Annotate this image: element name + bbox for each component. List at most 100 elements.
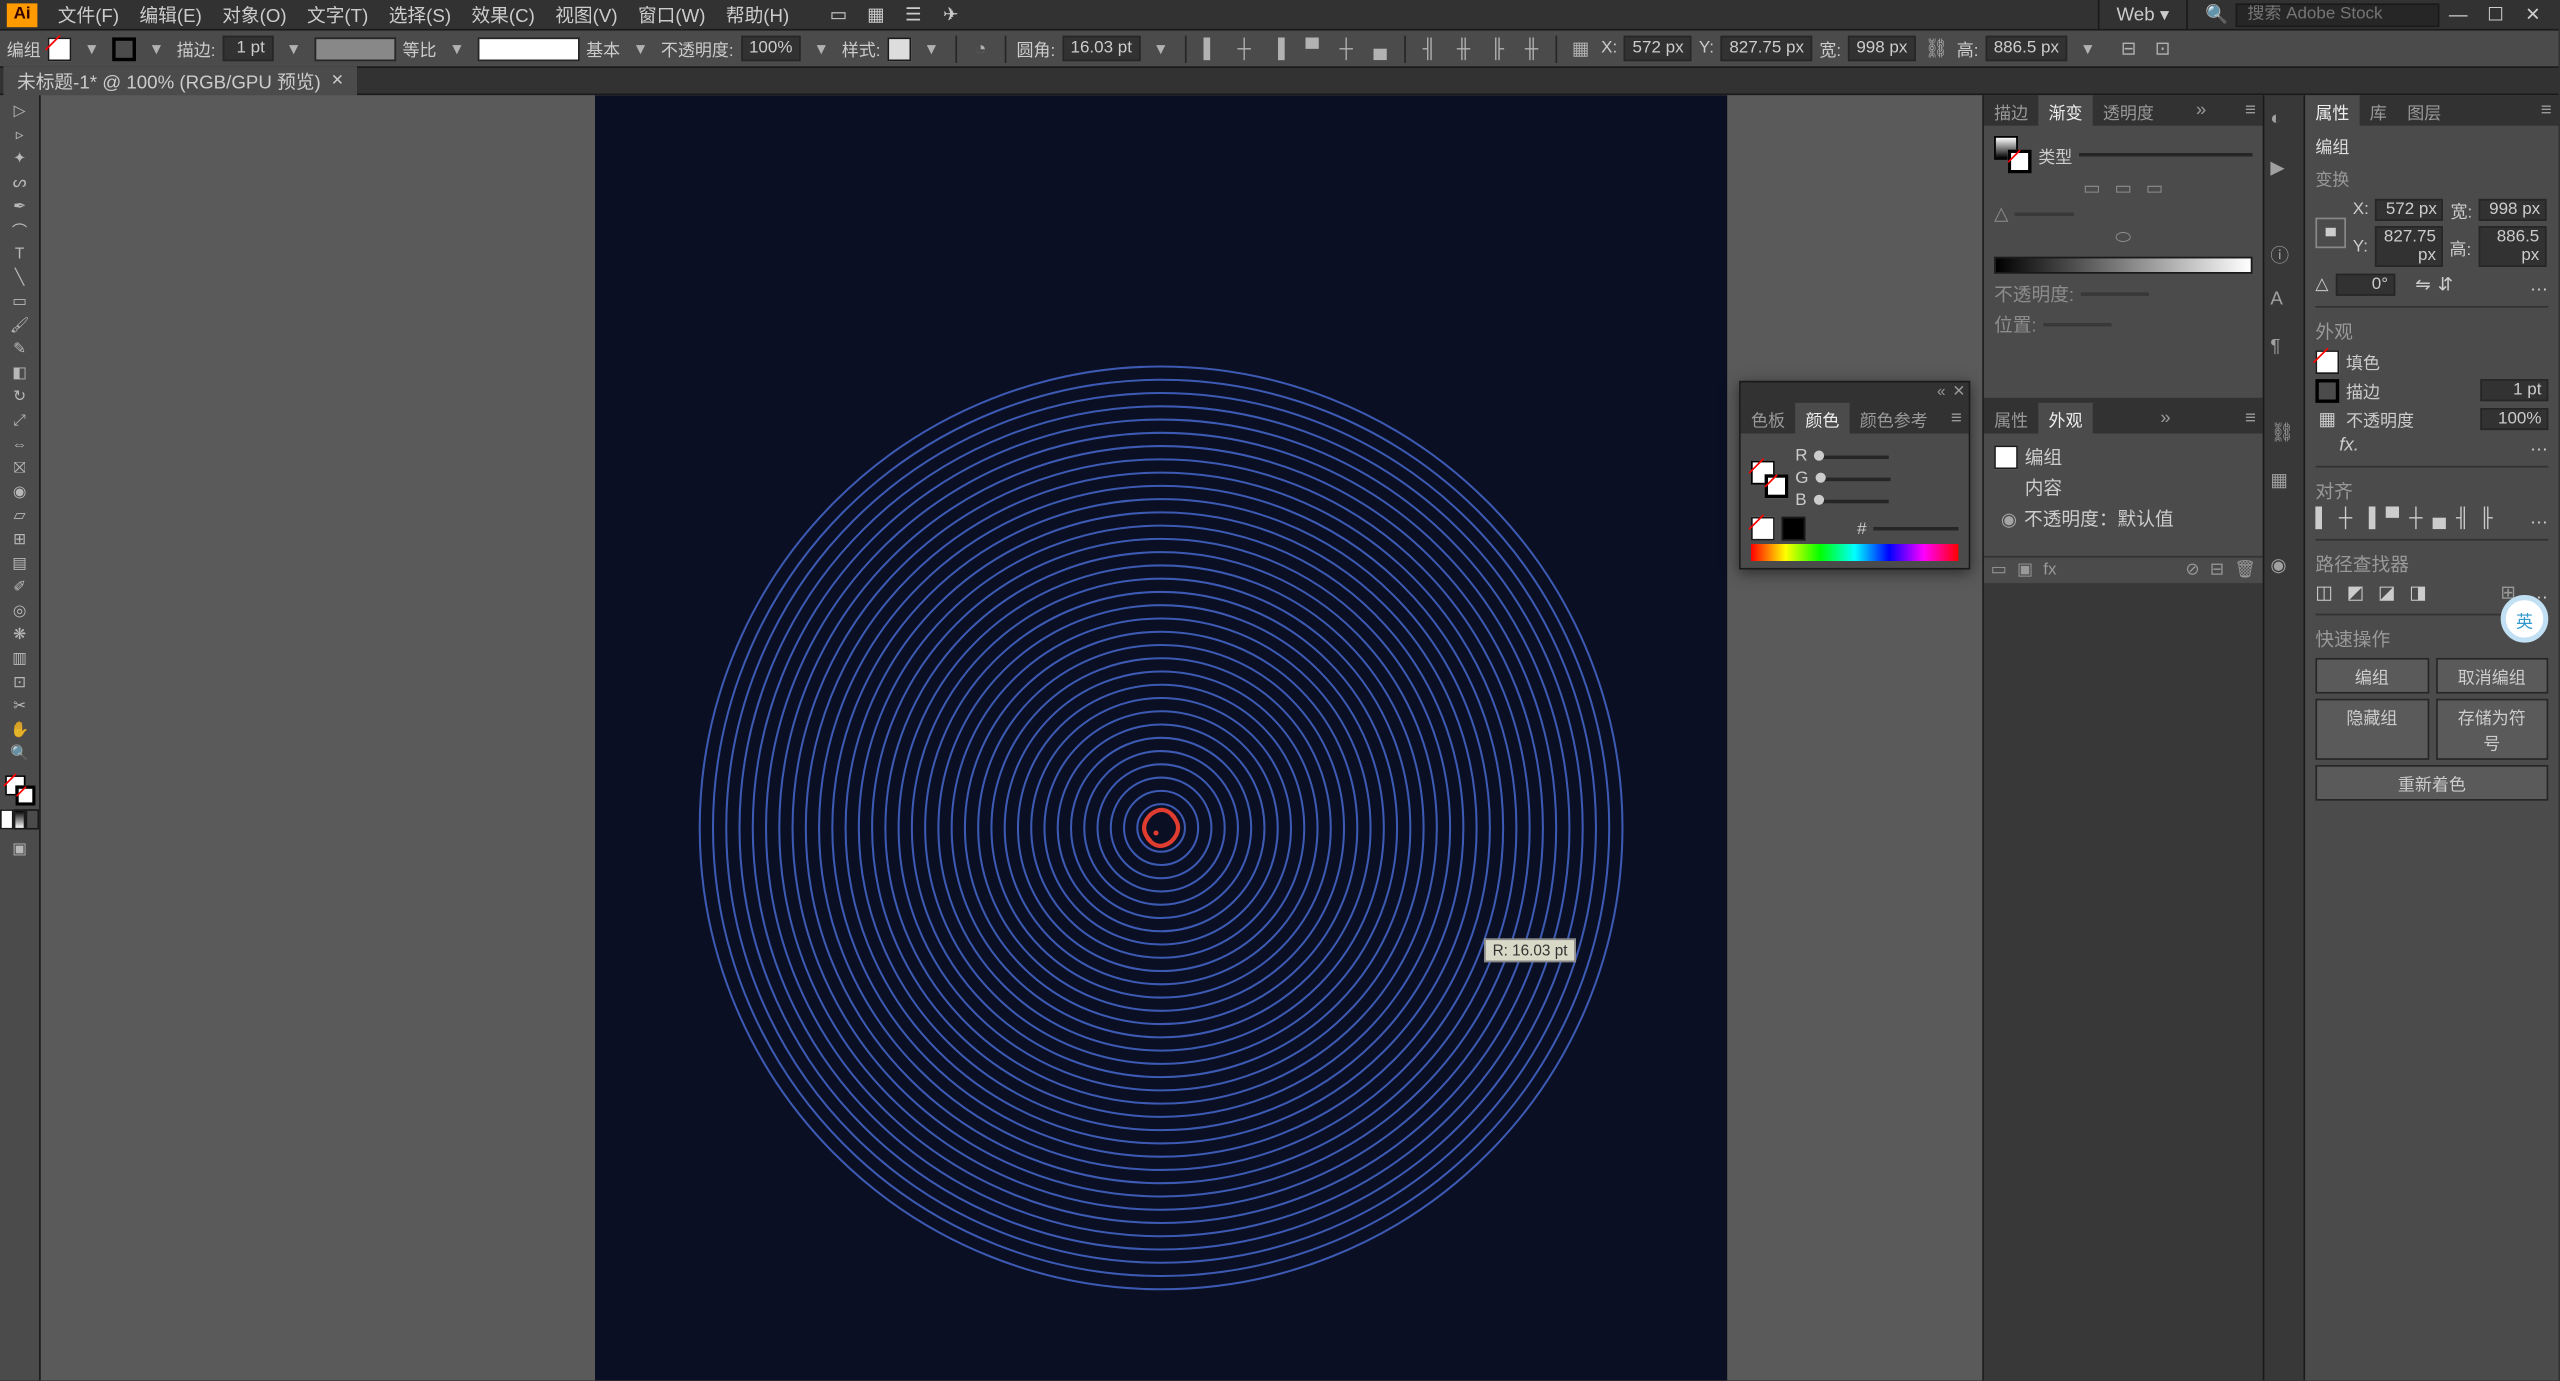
transform-menu[interactable]: ▾ [2074, 35, 2101, 62]
doc-setup-icon[interactable]: ▭ [827, 3, 851, 27]
flip-h-icon[interactable]: ⇋ [2415, 274, 2431, 296]
color-mode-switch[interactable] [0, 809, 39, 829]
slice-tool[interactable]: ✂ [0, 694, 39, 718]
window-close[interactable]: ✕ [2521, 3, 2545, 27]
fill-drop[interactable]: ▾ [78, 35, 105, 62]
pf-minus-icon[interactable]: ◩ [2347, 581, 2365, 603]
distribute-hc-icon[interactable]: ╫ [1450, 35, 1477, 62]
color-panel[interactable]: «✕ 色板 颜色 颜色参考 ≡ R G [1739, 381, 1970, 570]
p-align-vcenter-icon[interactable]: ┼ [2409, 508, 2422, 528]
paintbrush-tool[interactable]: 🖌 [0, 313, 39, 337]
panel-menu-icon[interactable]: ≡ [1944, 408, 1969, 428]
eraser-tool[interactable]: ◧ [0, 360, 39, 384]
menu-type[interactable]: 文字(T) [297, 0, 379, 31]
scale-tool[interactable]: ⤢ [0, 408, 39, 432]
stroke-tab[interactable]: 描边 [1984, 94, 2038, 126]
transparency-tab[interactable]: 透明度 [2093, 94, 2164, 126]
add-fill-icon[interactable]: ▣ [2017, 561, 2033, 580]
add-stroke-icon[interactable]: ▭ [1991, 561, 2007, 580]
grad-menu-icon[interactable]: ≡ [2238, 100, 2263, 120]
clear-appearance-icon[interactable]: ⊘ [2185, 561, 2199, 580]
btn-save-symbol[interactable]: 存储为符号 [2435, 699, 2548, 760]
prop-y[interactable]: 827.75 px [2375, 226, 2443, 267]
swatches-tab[interactable]: 色板 [1741, 402, 1795, 434]
r-value[interactable] [1821, 455, 1889, 458]
gradient-tab[interactable]: 渐变 [2038, 94, 2092, 126]
distribute-v-icon[interactable]: ╟ [1484, 35, 1511, 62]
trash-icon[interactable]: 🗑 [2234, 561, 2256, 580]
p-align-right-icon[interactable]: ▐ [2362, 508, 2375, 528]
graph-tool[interactable]: ▥ [0, 646, 39, 670]
align-left-icon[interactable]: ▌ [1197, 35, 1224, 62]
rectangle-tool[interactable]: ▭ [0, 289, 39, 313]
prop-opacity[interactable]: 100% [2480, 408, 2548, 430]
gradient-tool[interactable]: ▤ [0, 551, 39, 575]
prop-angle[interactable]: 0° [2335, 274, 2395, 296]
search-stock-input[interactable] [2236, 3, 2440, 27]
grad-angle[interactable] [2015, 212, 2075, 215]
appearance-tab[interactable]: 外观 [2038, 402, 2092, 434]
prop-fx-icon[interactable]: fx. [2339, 435, 2359, 455]
panel-collapse-icon[interactable]: « [1937, 383, 1946, 403]
appear-menu-icon[interactable]: ≡ [2238, 408, 2263, 428]
add-effect-icon[interactable]: fx [2043, 561, 2056, 580]
duplicate-icon[interactable]: ⊟ [2210, 561, 2224, 580]
pf-intersect-icon[interactable]: ◪ [2378, 581, 2396, 603]
expand-panel-icon[interactable]: ⊟ [2115, 35, 2142, 62]
g-value[interactable] [1822, 477, 1890, 480]
prop-w[interactable]: 998 px [2479, 199, 2547, 221]
stroke-swatch[interactable] [112, 37, 136, 61]
artboard-tool[interactable]: ⊡ [0, 670, 39, 694]
reference-point[interactable] [2315, 217, 2346, 248]
more-appear-icon[interactable]: … [2530, 435, 2549, 455]
b-value[interactable] [1820, 499, 1888, 502]
layers-tab[interactable]: 图层 [2397, 94, 2451, 126]
close-tab-icon[interactable]: ✕ [331, 71, 344, 90]
pf-unite-icon[interactable]: ◫ [2315, 581, 2333, 603]
hex-value[interactable] [1873, 527, 1958, 530]
libraries-tab[interactable]: 库 [2360, 94, 2397, 126]
magic-wand-tool[interactable]: ✦ [0, 146, 39, 170]
gradient-preview[interactable] [1994, 136, 2031, 173]
grad-position[interactable] [2044, 323, 2112, 326]
search-icon[interactable]: 🔍 [2205, 3, 2229, 27]
appear-opacity-row[interactable]: 不透明度：默认值 [2024, 505, 2174, 532]
p-align-top-icon[interactable]: ▀ [2386, 508, 2399, 528]
pen-tool[interactable]: ✒ [0, 194, 39, 218]
ime-badge[interactable]: 英 [2501, 595, 2549, 643]
swatches-dock-icon[interactable]: ▦ [2270, 469, 2297, 496]
brush[interactable] [477, 37, 579, 61]
hand-tool[interactable]: ✋ [0, 717, 39, 741]
width-tool[interactable]: ⇔ [0, 432, 39, 456]
lasso-tool[interactable]: ᔕ [0, 170, 39, 194]
w-value[interactable]: 998 px [1848, 36, 1916, 62]
p-align-left-icon[interactable]: ▌ [2315, 508, 2328, 528]
btn-hide[interactable]: 隐藏组 [2315, 699, 2428, 760]
transform-icon[interactable]: ▦ [1567, 35, 1594, 62]
p-distribute-h-icon[interactable]: ╢ [2456, 508, 2469, 528]
prop-stroke-swatch[interactable] [2315, 378, 2339, 402]
window-minimize[interactable]: — [2446, 3, 2470, 27]
prop-stroke-w[interactable]: 1 pt [2480, 379, 2548, 401]
recolor-icon[interactable]: ◔ [967, 35, 994, 62]
info-dock-icon[interactable]: ⓘ [2270, 241, 2297, 268]
paragraph-dock-icon[interactable]: ¶ [2270, 337, 2297, 364]
p-align-bottom-icon[interactable]: ▄ [2433, 508, 2446, 528]
align-vcenter-icon[interactable]: ┼ [1333, 35, 1360, 62]
curvature-tool[interactable]: ⌒ [0, 218, 39, 242]
align-top-icon[interactable]: ▀ [1299, 35, 1326, 62]
none-swatch[interactable] [1751, 517, 1775, 541]
more-transform-icon[interactable]: … [2530, 275, 2549, 295]
fill-swatch[interactable] [48, 37, 72, 61]
appear-contents[interactable]: 内容 [2025, 474, 2062, 501]
selection-tool[interactable]: ▷ [0, 99, 39, 123]
menu-effect[interactable]: 效果(C) [461, 0, 545, 31]
prop-fill-swatch[interactable] [2315, 349, 2339, 373]
opacity-value[interactable]: 100% [740, 36, 800, 62]
type-dock-icon[interactable]: A [2270, 289, 2297, 316]
zoom-tool[interactable]: 🔍 [0, 741, 39, 765]
color-tab[interactable]: 颜色 [1795, 402, 1849, 434]
flip-v-icon[interactable]: ⇵ [2438, 274, 2454, 296]
link-dock-icon[interactable]: ⛓ [2270, 422, 2297, 449]
link-wh-icon[interactable]: ⛓ [1923, 35, 1950, 62]
